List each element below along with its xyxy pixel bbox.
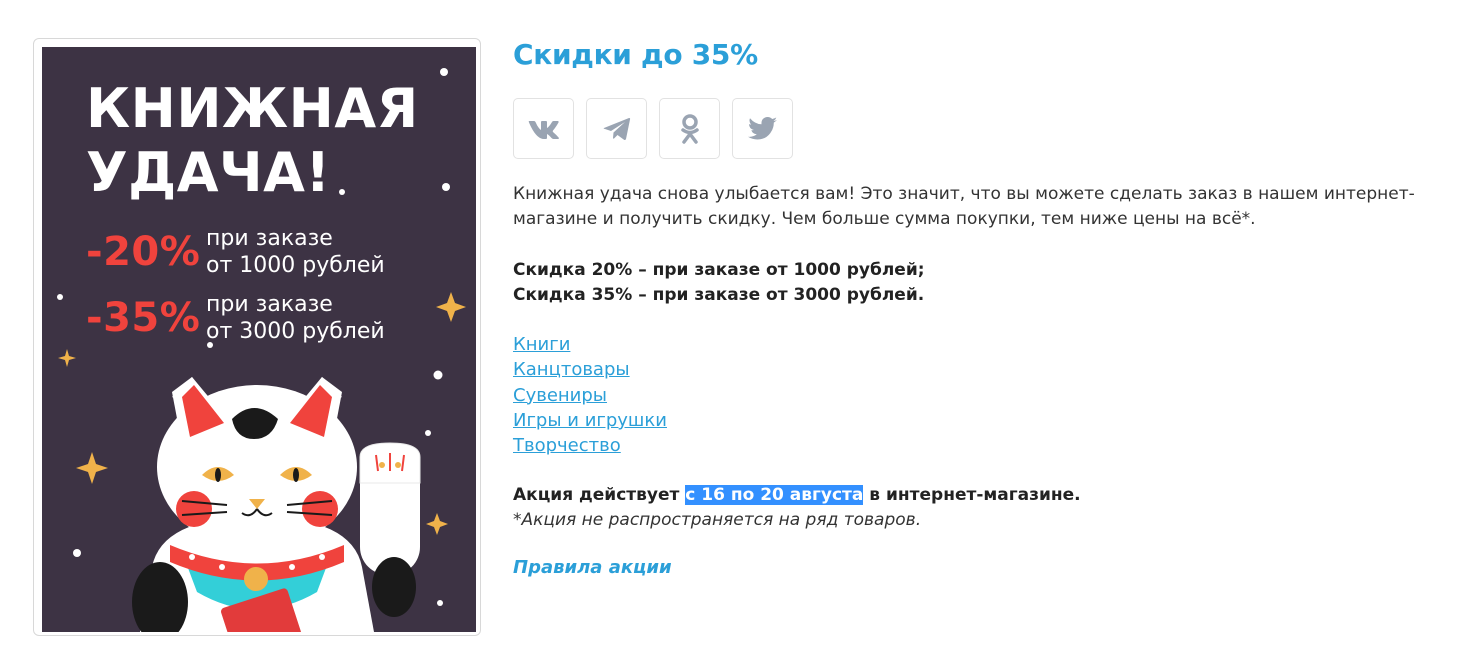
category-link-books[interactable]: Книги bbox=[513, 334, 570, 355]
category-link-stationery[interactable]: Канцтовары bbox=[513, 359, 630, 380]
category-link-games-toys[interactable]: Игры и игрушки bbox=[513, 410, 667, 431]
telegram-icon bbox=[603, 117, 630, 140]
banner-offer-percent: -35% bbox=[86, 295, 201, 341]
promo-title: Скидки до 35% bbox=[513, 38, 758, 71]
odnoklassniki-icon bbox=[680, 113, 699, 144]
category-link-souvenirs[interactable]: Сувениры bbox=[513, 385, 607, 406]
twitter-icon bbox=[747, 116, 777, 139]
promo-period: Акция действует с 16 по 20 августа в инт… bbox=[513, 483, 1423, 508]
promo-conditions: Скидка 20% – при заказе от 1000 рублей; … bbox=[513, 258, 1423, 308]
banner-title: КНИЖНАЯ УДАЧА! bbox=[86, 77, 419, 205]
banner-offer-percent: -20% bbox=[86, 229, 201, 275]
promo-banner-frame: КНИЖНАЯ УДАЧА! -20% при заказе от 1000 р… bbox=[33, 38, 481, 636]
promo-period-dates: с 16 по 20 августа bbox=[685, 485, 864, 505]
list-item: Творчество bbox=[513, 433, 667, 458]
share-buttons bbox=[513, 98, 793, 159]
promo-period-suffix: в интернет-магазине. bbox=[863, 485, 1081, 505]
promo-period-prefix: Акция действует bbox=[513, 485, 686, 505]
banner-title-line-1: КНИЖНАЯ bbox=[86, 77, 419, 140]
banner-offer-text: при заказе от 1000 рублей bbox=[206, 226, 385, 278]
list-item: Книги bbox=[513, 332, 667, 357]
promo-condition: Скидка 20% – при заказе от 1000 рублей; bbox=[513, 260, 925, 280]
category-links: Книги Канцтовары Сувениры Игры и игрушки… bbox=[513, 332, 667, 458]
promo-banner-image: КНИЖНАЯ УДАЧА! -20% при заказе от 1000 р… bbox=[42, 47, 476, 632]
vk-icon bbox=[528, 120, 559, 139]
banner-offer-35: -35% при заказе от 3000 рублей bbox=[86, 291, 406, 345]
list-item: Канцтовары bbox=[513, 357, 667, 382]
share-vk-button[interactable] bbox=[513, 98, 574, 159]
promo-rules-link[interactable]: Правила акции bbox=[513, 555, 672, 580]
share-twitter-button[interactable] bbox=[732, 98, 793, 159]
promo-footnote: *Акция не распространяется на ряд товаро… bbox=[513, 510, 922, 530]
banner-offer-text: при заказе от 3000 рублей bbox=[206, 292, 385, 344]
share-odnoklassniki-button[interactable] bbox=[659, 98, 720, 159]
banner-title-line-2: УДАЧА! bbox=[86, 141, 331, 204]
category-link-creativity[interactable]: Творчество bbox=[513, 435, 621, 456]
list-item: Сувениры bbox=[513, 383, 667, 408]
share-telegram-button[interactable] bbox=[586, 98, 647, 159]
banner-offer-20: -20% при заказе от 1000 рублей bbox=[86, 225, 406, 279]
list-item: Игры и игрушки bbox=[513, 408, 667, 433]
promo-condition: Скидка 35% – при заказе от 3000 рублей. bbox=[513, 285, 925, 305]
promo-description: Книжная удача снова улыбается вам! Это з… bbox=[513, 184, 1415, 229]
